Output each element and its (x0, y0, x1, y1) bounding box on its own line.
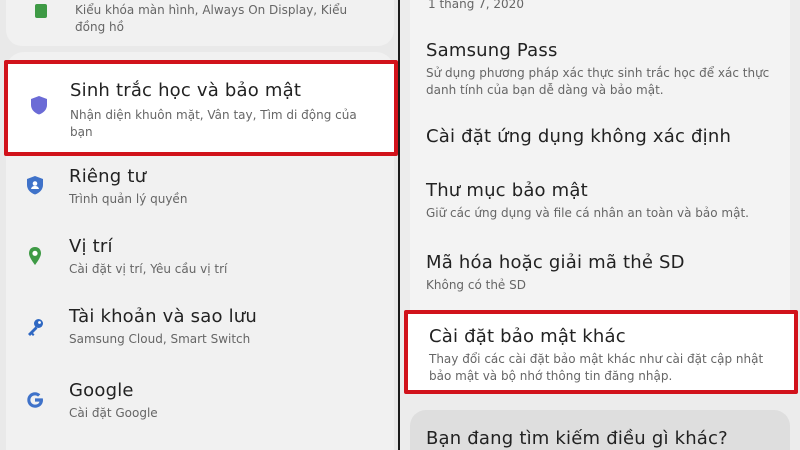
right-security-screen: 1 tháng 7, 2020 Samsung Pass Sử dụng phư… (400, 0, 800, 450)
google-title: Google (69, 380, 134, 401)
samsung-pass-subtitle: Sử dụng phương pháp xác thực sinh trắc h… (426, 66, 770, 97)
update-date-text: 1 tháng 7, 2020 (428, 0, 524, 11)
search-suggestion-card[interactable]: Bạn đang tìm kiếm điều gì khác? (410, 410, 790, 450)
search-suggestion-title: Bạn đang tìm kiếm điều gì khác? (426, 428, 728, 449)
location-subtitle: Cài đặt vị trí, Yêu cầu vị trí (69, 262, 228, 276)
secure-folder-subtitle: Giữ các ứng dụng và file cá nhân an toàn… (426, 206, 749, 220)
accounts-backup-item[interactable]: Tài khoản và sao lưu Samsung Cloud, Smar… (0, 302, 400, 360)
sd-card-encryption-item[interactable]: Mã hóa hoặc giải mã thẻ SD Không có thẻ … (400, 248, 800, 304)
location-title: Vị trí (69, 236, 113, 257)
key-icon (24, 316, 46, 338)
left-settings-screen: Kiểu khóa màn hình, Always On Display, K… (0, 0, 400, 450)
biometrics-security-subtitle: Nhận diện khuôn mặt, Vân tay, Tìm di độn… (70, 108, 357, 139)
secure-folder-title: Thư mục bảo mật (426, 180, 588, 201)
lock-screen-icon (30, 2, 52, 24)
unknown-apps-title: Cài đặt ứng dụng không xác định (426, 126, 732, 147)
samsung-pass-item[interactable]: Samsung Pass Sử dụng phương pháp xác thự… (400, 36, 800, 104)
google-item[interactable]: Google Cài đặt Google (0, 376, 400, 434)
samsung-pass-title: Samsung Pass (426, 40, 558, 61)
privacy-title: Riêng tư (69, 166, 147, 187)
biometrics-security-item[interactable]: Sinh trắc học và bảo mật Nhận diện khuôn… (4, 60, 398, 156)
secure-folder-item[interactable]: Thư mục bảo mật Giữ các ứng dụng và file… (400, 176, 800, 232)
location-pin-icon (24, 245, 46, 267)
location-item[interactable]: Vị trí Cài đặt vị trí, Yêu cầu vị trí (0, 232, 400, 290)
google-icon (24, 389, 46, 411)
sd-card-encryption-title: Mã hóa hoặc giải mã thẻ SD (426, 252, 685, 273)
accounts-backup-subtitle: Samsung Cloud, Smart Switch (69, 332, 251, 346)
shield-icon (28, 94, 50, 116)
privacy-subtitle: Trình quản lý quyền (69, 192, 188, 206)
lock-screen-subtitle: Kiểu khóa màn hình, Always On Display, K… (75, 3, 348, 34)
privacy-shield-icon (24, 174, 46, 196)
biometrics-security-title: Sinh trắc học và bảo mật (70, 80, 302, 101)
other-security-settings-item[interactable]: Cài đặt bảo mật khác Thay đổi các cài đặ… (404, 310, 798, 394)
unknown-apps-item[interactable]: Cài đặt ứng dụng không xác định (400, 122, 800, 162)
google-subtitle: Cài đặt Google (69, 406, 158, 420)
other-security-settings-title: Cài đặt bảo mật khác (429, 326, 626, 347)
accounts-backup-title: Tài khoản và sao lưu (69, 306, 258, 327)
lock-screen-card[interactable]: Kiểu khóa màn hình, Always On Display, K… (6, 0, 394, 46)
other-security-settings-subtitle: Thay đổi các cài đặt bảo mật khác như cà… (429, 352, 764, 383)
sd-card-encryption-subtitle: Không có thẻ SD (426, 278, 526, 292)
privacy-item[interactable]: Riêng tư Trình quản lý quyền (0, 162, 400, 220)
